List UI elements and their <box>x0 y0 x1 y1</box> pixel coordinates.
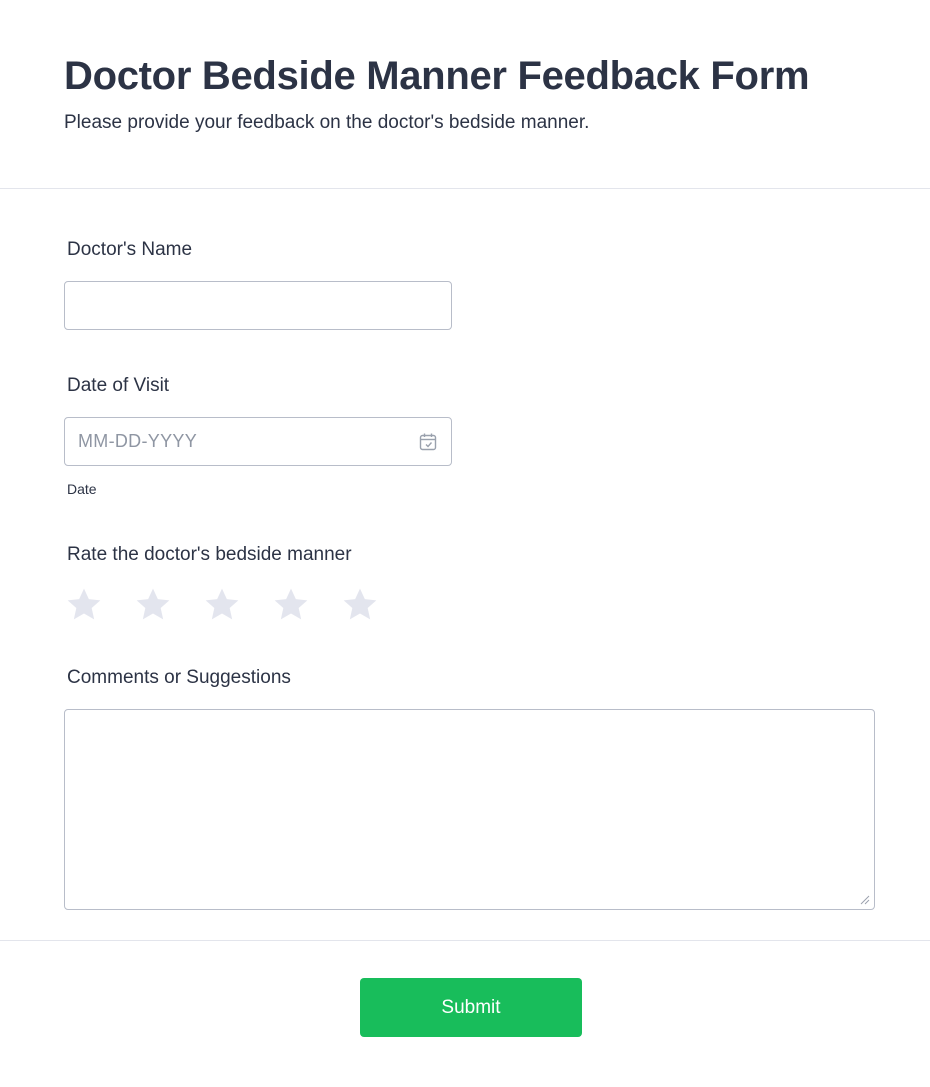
footer-divider <box>0 940 930 941</box>
comments-label: Comments or Suggestions <box>67 667 291 688</box>
form-header: Doctor Bedside Manner Feedback Form Plea… <box>0 0 930 189</box>
submit-button[interactable]: Submit <box>360 978 582 1037</box>
date-of-visit-label: Date of Visit <box>67 375 170 396</box>
calendar-icon[interactable] <box>418 432 438 452</box>
star-icon-5[interactable] <box>340 585 380 625</box>
form-title: Doctor Bedside Manner Feedback Form <box>64 54 810 98</box>
star-icon-2[interactable] <box>133 585 173 625</box>
date-sublabel: Date <box>67 481 97 497</box>
form-subtitle: Please provide your feedback on the doct… <box>64 112 590 133</box>
resize-handle-icon[interactable] <box>860 895 870 905</box>
comments-textarea[interactable] <box>64 709 875 910</box>
doctor-name-input[interactable] <box>64 281 452 330</box>
date-of-visit-input[interactable]: MM-DD-YYYY <box>64 417 452 466</box>
form-page: Doctor Bedside Manner Feedback Form Plea… <box>0 0 930 1087</box>
star-icon-4[interactable] <box>271 585 311 625</box>
star-icon-1[interactable] <box>64 585 104 625</box>
doctor-name-label: Doctor's Name <box>67 239 193 260</box>
rating-label: Rate the doctor's bedside manner <box>67 544 352 565</box>
star-icon-3[interactable] <box>202 585 242 625</box>
date-placeholder: MM-DD-YYYY <box>78 431 197 451</box>
